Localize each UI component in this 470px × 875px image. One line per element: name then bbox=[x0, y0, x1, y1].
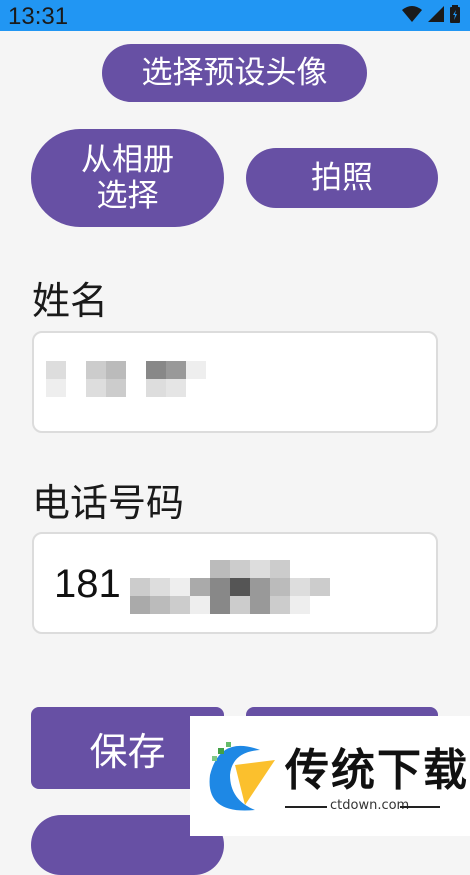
status-icons bbox=[402, 5, 460, 23]
signal-icon bbox=[428, 6, 444, 22]
take-photo-label: 拍照 bbox=[311, 160, 373, 196]
phone-visible-digits: 181 bbox=[54, 562, 121, 606]
watermark-divider-right bbox=[400, 806, 440, 808]
name-input[interactable] bbox=[32, 331, 438, 433]
select-preset-avatar-label: 选择预设头像 bbox=[141, 55, 328, 91]
select-from-album-button[interactable]: 从相册 选择 bbox=[31, 129, 224, 227]
watermark-url: ctdown.com bbox=[330, 798, 410, 813]
status-bar: 13:31 bbox=[0, 0, 470, 31]
phone-input[interactable]: 181 bbox=[32, 532, 438, 634]
name-redacted-value bbox=[46, 361, 206, 397]
battery-icon bbox=[450, 5, 460, 23]
watermark-text: 传统下载 bbox=[285, 745, 469, 796]
watermark-logo-icon bbox=[209, 742, 275, 811]
watermark-divider-left bbox=[285, 806, 327, 808]
watermark-overlay: 传统下载 ctdown.com bbox=[190, 716, 470, 836]
select-from-album-label: 从相册 选择 bbox=[81, 142, 174, 214]
save-label: 保存 bbox=[89, 729, 166, 774]
phone-redacted-digits bbox=[130, 560, 350, 614]
take-photo-button[interactable]: 拍照 bbox=[246, 148, 438, 208]
phone-label: 电话号码 bbox=[32, 481, 185, 525]
select-preset-avatar-button[interactable]: 选择预设头像 bbox=[102, 44, 367, 102]
status-time: 13:31 bbox=[8, 3, 69, 30]
name-label: 姓名 bbox=[32, 279, 109, 323]
wifi-icon bbox=[402, 6, 422, 22]
